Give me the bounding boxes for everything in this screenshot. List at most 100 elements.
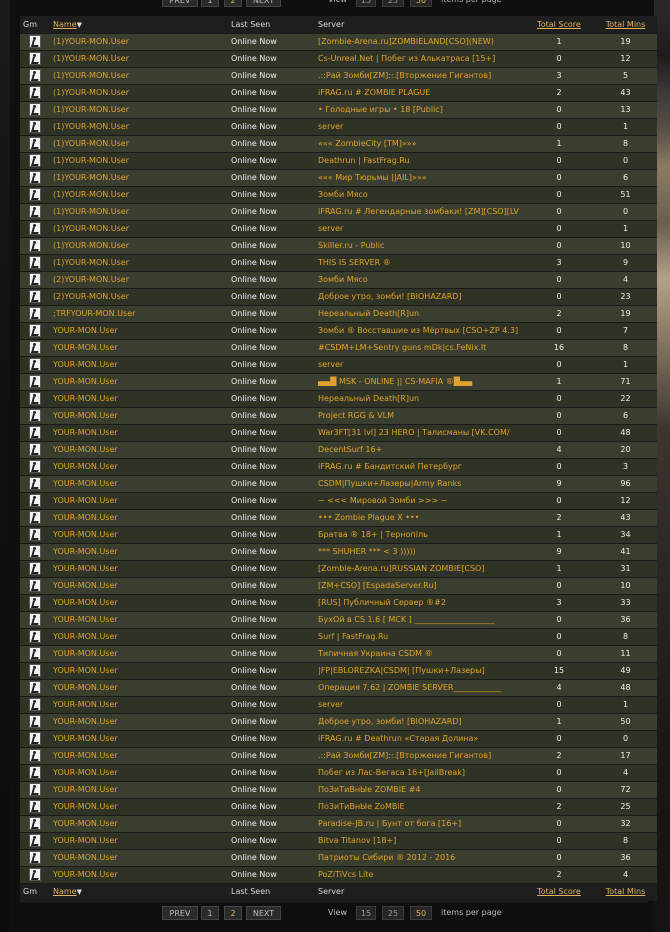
- server-name[interactable]: Братва ® 18+ | Тернопіль: [315, 526, 524, 544]
- player-name[interactable]: YOUR-MON.User: [49, 747, 228, 765]
- server-name[interactable]: Патриоты Сибири ® 2012 - 2016: [315, 849, 524, 867]
- player-name[interactable]: YOUR-MON.User: [49, 543, 228, 561]
- player-name[interactable]: (1)YOUR-MON.User: [49, 84, 228, 102]
- server-name[interactable]: War3FT[31 lvl] 23 HERO | Талисманы [VK.C…: [315, 424, 524, 442]
- per-page-15[interactable]: 15: [356, 0, 376, 7]
- server-name[interactable]: Зомби Мясо: [315, 186, 524, 204]
- server-name[interactable]: server: [315, 356, 524, 374]
- server-name[interactable]: Cs-Unreal.Net | Побег из Алькатраса [15+…: [315, 50, 524, 68]
- server-name[interactable]: server: [315, 220, 524, 238]
- player-name[interactable]: YOUR-MON.User: [49, 526, 228, 544]
- server-name[interactable]: Зомби Мясо: [315, 271, 524, 289]
- player-name[interactable]: (1)YOUR-MON.User: [49, 67, 228, 85]
- player-name[interactable]: (1)YOUR-MON.User: [49, 254, 228, 272]
- player-name[interactable]: YOUR-MON.User: [49, 849, 228, 867]
- player-name[interactable]: YOUR-MON.User: [49, 866, 228, 884]
- player-name[interactable]: ;TRFYOUR-MON.User: [49, 305, 228, 323]
- player-name[interactable]: YOUR-MON.User: [49, 696, 228, 714]
- per-page-15[interactable]: 15: [356, 906, 376, 920]
- player-name[interactable]: YOUR-MON.User: [49, 441, 228, 459]
- server-name[interactable]: Surf | FastFrag.Ru: [315, 628, 524, 646]
- player-name[interactable]: (1)YOUR-MON.User: [49, 101, 228, 119]
- server-name[interactable]: Доброе утро, зомби! [BIOHAZARD]: [315, 713, 524, 731]
- server-name[interactable]: ПоЗиТиВнЫе ZoMBiE: [315, 798, 524, 816]
- page-2-button[interactable]: 2: [224, 0, 242, 7]
- server-name[interactable]: Доброе утро, зомби! [BIOHAZARD]: [315, 288, 524, 306]
- sort-score-link[interactable]: Total Score: [537, 887, 581, 896]
- server-name[interactable]: • Голодные игры • 18 [Public]: [315, 101, 524, 119]
- player-name[interactable]: YOUR-MON.User: [49, 560, 228, 578]
- server-name[interactable]: DecentSurf 16+: [315, 441, 524, 459]
- server-name[interactable]: PoZiTiVcs Lite: [315, 866, 524, 884]
- footer-total-mins[interactable]: Total Mins: [594, 883, 657, 901]
- player-name[interactable]: YOUR-MON.User: [49, 594, 228, 612]
- sort-name-link[interactable]: Name: [53, 20, 77, 29]
- server-name[interactable]: Нереальный Death[R]un: [315, 390, 524, 408]
- server-name[interactable]: Project RGG & VLM: [315, 407, 524, 425]
- per-page-50[interactable]: 50: [410, 0, 432, 7]
- footer-total-score[interactable]: Total Score: [524, 883, 594, 901]
- prev-button[interactable]: PREV: [162, 0, 198, 7]
- server-name[interactable]: ~ <<< Мировой Зомби >>> ~: [315, 492, 524, 510]
- player-name[interactable]: YOUR-MON.User: [49, 475, 228, 493]
- player-name[interactable]: YOUR-MON.User: [49, 730, 228, 748]
- player-name[interactable]: YOUR-MON.User: [49, 645, 228, 663]
- per-page-50[interactable]: 50: [410, 906, 432, 920]
- player-name[interactable]: (1)YOUR-MON.User: [49, 237, 228, 255]
- server-name[interactable]: ••• Zombie Plague X •••: [315, 509, 524, 527]
- server-name[interactable]: БухОй в CS 1.6 [ MCK ] _________________…: [315, 611, 524, 629]
- footer-name[interactable]: Name▼: [49, 883, 228, 901]
- prev-button[interactable]: PREV: [162, 906, 198, 920]
- server-name[interactable]: Типичная Украина CSDM ®: [315, 645, 524, 663]
- player-name[interactable]: YOUR-MON.User: [49, 798, 228, 816]
- server-name[interactable]: CSDM|Пушки+Лазеры|Army Ranks: [315, 475, 524, 493]
- player-name[interactable]: (1)YOUR-MON.User: [49, 152, 228, 170]
- player-name[interactable]: YOUR-MON.User: [49, 628, 228, 646]
- server-name[interactable]: [Zombie-Arena.ru]RUSSIAN ZOMBIE[CSO]: [315, 560, 524, 578]
- player-name[interactable]: YOUR-MON.User: [49, 577, 228, 595]
- server-name[interactable]: #CSDM+LM+Sentry guns mDk|cs.FeNix.lt: [315, 339, 524, 357]
- server-name[interactable]: Bitva Titanov [18+]: [315, 832, 524, 850]
- player-name[interactable]: (1)YOUR-MON.User: [49, 186, 228, 204]
- server-name[interactable]: server: [315, 118, 524, 136]
- server-name[interactable]: *** SHUHER *** < 3 ))))): [315, 543, 524, 561]
- player-name[interactable]: YOUR-MON.User: [49, 713, 228, 731]
- server-name[interactable]: iFRAG.ru # Deathrun «Старая Долина»: [315, 730, 524, 748]
- player-name[interactable]: YOUR-MON.User: [49, 764, 228, 782]
- page-1-button[interactable]: 1: [201, 906, 219, 920]
- player-name[interactable]: YOUR-MON.User: [49, 832, 228, 850]
- player-name[interactable]: YOUR-MON.User: [49, 662, 228, 680]
- player-name[interactable]: (1)YOUR-MON.User: [49, 169, 228, 187]
- server-name[interactable]: iFRAG.ru # Легендарные зомбаки! [ZM][CSO…: [315, 203, 524, 221]
- sort-score-link[interactable]: Total Score: [537, 20, 581, 29]
- server-name[interactable]: Побег из Лас-Вегаса 16+[JailBreak]: [315, 764, 524, 782]
- player-name[interactable]: YOUR-MON.User: [49, 611, 228, 629]
- player-name[interactable]: YOUR-MON.User: [49, 407, 228, 425]
- player-name[interactable]: (1)YOUR-MON.User: [49, 118, 228, 136]
- server-name[interactable]: Нереальный Death[R]un: [315, 305, 524, 323]
- player-name[interactable]: YOUR-MON.User: [49, 373, 228, 391]
- server-name[interactable]: [ZM+CSO] [EspadaServer.Ru]: [315, 577, 524, 595]
- per-page-25[interactable]: 25: [382, 906, 404, 920]
- player-name[interactable]: (1)YOUR-MON.User: [49, 220, 228, 238]
- server-name[interactable]: THIS IS SERVER ®: [315, 254, 524, 272]
- player-name[interactable]: (2)YOUR-MON.User: [49, 288, 228, 306]
- header-total-score[interactable]: Total Score: [524, 16, 594, 34]
- server-name[interactable]: server: [315, 696, 524, 714]
- header-name[interactable]: Name▼: [49, 16, 228, 34]
- sort-mins-link[interactable]: Total Mins: [606, 887, 646, 896]
- server-name[interactable]: Deathrun | FastFrag.Ru: [315, 152, 524, 170]
- player-name[interactable]: (2)YOUR-MON.User: [49, 271, 228, 289]
- player-name[interactable]: YOUR-MON.User: [49, 322, 228, 340]
- player-name[interactable]: (1)YOUR-MON.User: [49, 33, 228, 51]
- player-name[interactable]: (1)YOUR-MON.User: [49, 135, 228, 153]
- server-name[interactable]: iFRAG.ru # Бандитский Петербург: [315, 458, 524, 476]
- next-button[interactable]: NEXT: [246, 0, 281, 7]
- next-button[interactable]: NEXT: [246, 906, 281, 920]
- server-name[interactable]: ПоЗиТиВнЫе ZOMBIE #4: [315, 781, 524, 799]
- player-name[interactable]: (1)YOUR-MON.User: [49, 203, 228, 221]
- server-name[interactable]: [RUS] Публичный Сервер ®#2: [315, 594, 524, 612]
- player-name[interactable]: YOUR-MON.User: [49, 424, 228, 442]
- sort-mins-link[interactable]: Total Mins: [606, 20, 646, 29]
- player-name[interactable]: YOUR-MON.User: [49, 815, 228, 833]
